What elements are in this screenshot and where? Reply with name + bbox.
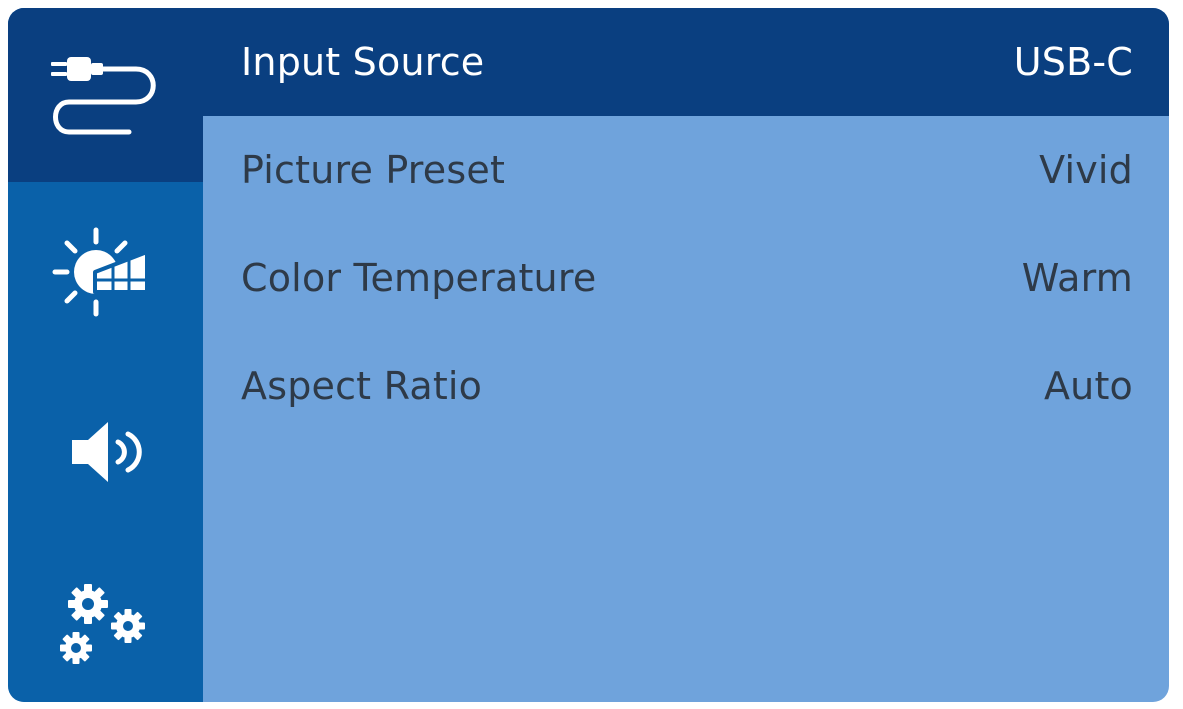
menu-row-aspect-ratio[interactable]: Aspect Ratio Auto (203, 332, 1169, 440)
menu-row-label: Input Source (241, 40, 485, 84)
speaker-icon (71, 422, 142, 482)
menu-row-value: USB-C (1013, 40, 1133, 84)
menu-row-value: Vivid (1039, 148, 1133, 192)
menu-row-input-source[interactable]: Input Source USB-C (203, 8, 1169, 116)
menu-panel: Input Source USB-C Picture Preset Vivid … (203, 8, 1169, 702)
menu-row-label: Picture Preset (241, 148, 506, 192)
menu-row-label: Aspect Ratio (241, 364, 483, 408)
sidebar (8, 8, 203, 702)
cable-icon (50, 57, 156, 135)
gears-icon (59, 584, 145, 664)
menu-row-value: Warm (1021, 256, 1133, 300)
sidebar-item-settings[interactable] (8, 542, 203, 702)
sidebar-item-input[interactable] (8, 8, 203, 182)
menu-row-value: Auto (1043, 364, 1133, 408)
menu-row-color-temperature[interactable]: Color Temperature Warm (203, 224, 1169, 332)
menu-row-picture-preset[interactable]: Picture Preset Vivid (203, 116, 1169, 224)
osd-menu: Input Source USB-C Picture Preset Vivid … (8, 8, 1169, 702)
menu-row-label: Color Temperature (241, 256, 597, 300)
picture-brightness-icon (52, 227, 149, 317)
sidebar-item-picture[interactable] (8, 182, 203, 362)
sidebar-item-audio[interactable] (8, 362, 203, 542)
